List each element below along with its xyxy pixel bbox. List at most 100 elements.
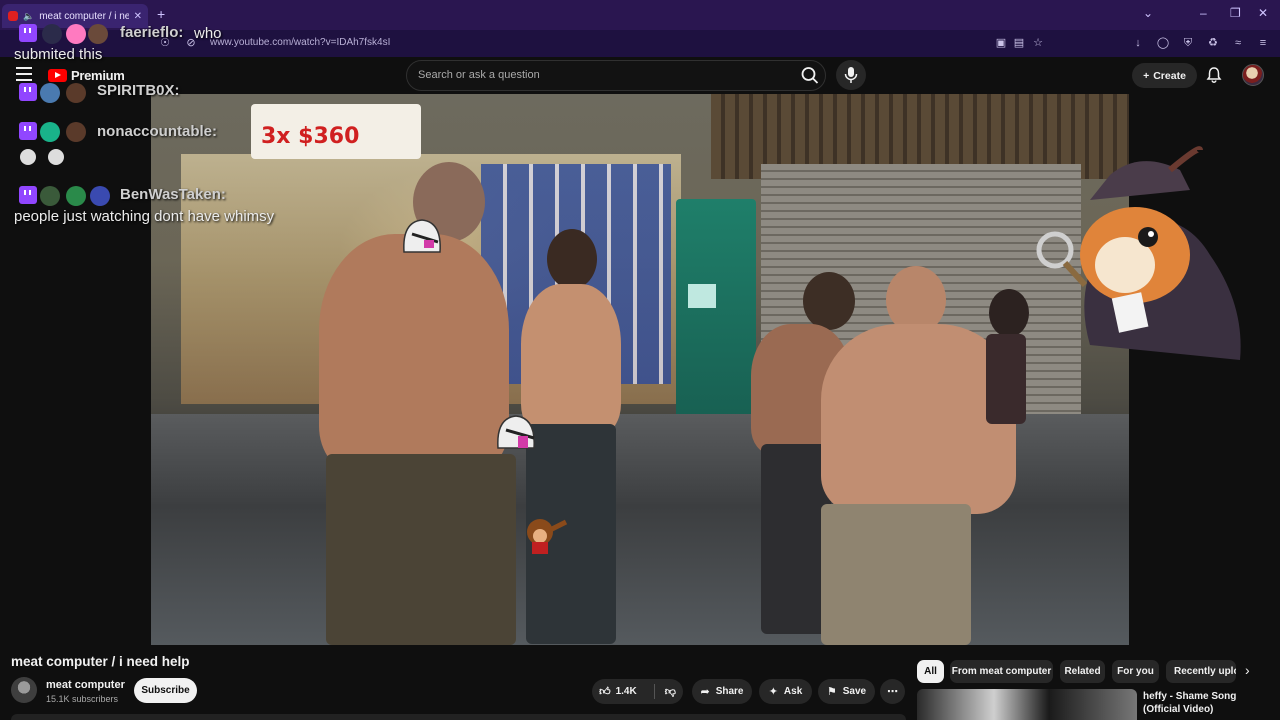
ask-button[interactable]: ✦ Ask	[759, 679, 812, 704]
share-button[interactable]: ➦ Share	[692, 679, 752, 704]
dislike-button[interactable]: 👎︎	[665, 685, 676, 698]
bookmark-star-icon[interactable]: ☆	[1031, 36, 1045, 50]
ask-label: Ask	[783, 686, 803, 697]
extension-shield-icon[interactable]: ⛨	[1181, 36, 1195, 50]
share-arrow-icon: ➦	[700, 686, 710, 698]
like-button[interactable]: 👍︎ 1.4K	[599, 685, 637, 698]
chat-badge-icon	[66, 186, 86, 206]
subscriber-count: 15.1K subscribers	[46, 694, 119, 704]
recommendation-thumbnail[interactable]	[917, 689, 1137, 720]
chip-all[interactable]: All	[917, 660, 944, 683]
chat-text: people just watching dont have whimsy	[14, 208, 275, 225]
extensions-puzzle-icon[interactable]: ♻	[1206, 36, 1220, 50]
heart-badge-icon	[66, 24, 86, 44]
close-window-icon[interactable]: ✕	[1258, 6, 1268, 20]
chevron-right-icon[interactable]: ›	[1245, 662, 1250, 678]
video-person-head	[803, 272, 855, 330]
thumbs-up-icon: 👍︎	[599, 686, 611, 698]
ghost-emote-small-icon	[20, 149, 36, 165]
save-label: Save	[842, 686, 867, 697]
download-icon[interactable]: ↓	[1131, 36, 1145, 50]
tab-list-chevron-icon[interactable]: ⌄	[1143, 6, 1153, 20]
chat-text: who	[194, 25, 222, 42]
description-box[interactable]	[11, 714, 906, 720]
video-person-head	[547, 229, 597, 289]
more-actions-button[interactable]: ⋯	[880, 679, 905, 704]
voice-search-button[interactable]	[836, 60, 866, 90]
ghost-emote-small-icon	[48, 149, 64, 165]
extension-icon[interactable]: ≈	[1231, 36, 1245, 50]
video-person-dress	[986, 334, 1026, 424]
youtube-premium-logo[interactable]: Premium	[48, 68, 125, 83]
twitch-icon	[19, 24, 37, 42]
url-field[interactable]: www.youtube.com/watch?v=IDAh7fsk4sI	[210, 37, 390, 48]
plus-icon: +	[1143, 69, 1150, 82]
browser-menu-icon[interactable]: ≡	[1256, 36, 1270, 50]
twitch-icon	[19, 83, 37, 101]
share-label: Share	[715, 686, 744, 697]
channel-name[interactable]: meat computer	[46, 679, 125, 691]
menu-icon[interactable]	[16, 67, 32, 81]
flower-badge-icon	[90, 186, 110, 206]
chat-badge-icon	[88, 24, 108, 44]
user-badge-icon	[40, 122, 60, 142]
twitch-icon	[19, 186, 37, 204]
screenshot-icon[interactable]: ▣	[994, 36, 1008, 50]
chat-username: BenWasTaken:	[120, 186, 226, 203]
channel-avatar[interactable]	[11, 677, 37, 703]
video-scene-atm-screen	[688, 284, 716, 308]
search-button[interactable]	[796, 62, 824, 89]
more-horizontal-icon: ⋯	[887, 686, 898, 698]
video-person-pants	[821, 504, 971, 645]
logo-text: Premium	[71, 68, 125, 83]
reader-view-icon[interactable]: ▤	[1012, 36, 1026, 50]
video-title: meat computer / i need help	[11, 654, 190, 669]
tab-title: meat computer / i need help	[39, 10, 129, 22]
ghost-emote-icon	[497, 415, 535, 449]
recommendation-title[interactable]: heffy - Shame Song (Official Video)	[1143, 690, 1273, 716]
create-label: Create	[1153, 69, 1186, 82]
maximize-icon[interactable]: ❐	[1230, 6, 1241, 20]
chip-for-you[interactable]: For you	[1112, 660, 1159, 683]
video-person-pants	[326, 454, 516, 645]
account-icon[interactable]: ◯	[1156, 36, 1170, 50]
search-icon	[801, 67, 819, 84]
youtube-favicon-icon	[8, 11, 18, 21]
video-sign-price: 3x $360	[261, 124, 360, 149]
notifications-bell-icon[interactable]	[1205, 66, 1223, 84]
video-player[interactable]: 3x $360	[151, 94, 1129, 645]
save-playlist-icon: ⚑	[826, 686, 837, 698]
create-button[interactable]: + Create	[1132, 63, 1197, 88]
chat-badge-icon	[66, 83, 86, 103]
browser-tabbar	[0, 0, 1280, 30]
account-avatar[interactable]	[1242, 64, 1264, 86]
globe-badge-icon	[40, 83, 60, 103]
owl-detective-mascot-icon	[1036, 146, 1241, 360]
save-button[interactable]: ⚑ Save	[818, 679, 875, 704]
like-count: 1.4K	[615, 686, 637, 697]
chat-username: nonaccountable:	[97, 123, 218, 140]
chip-recently-uploaded[interactable]: Recently uploaded	[1166, 660, 1236, 683]
speaker-icon[interactable]: 🔈	[23, 11, 34, 22]
video-scene-atm	[676, 199, 756, 419]
youtube-play-icon	[48, 69, 67, 82]
video-person-head	[989, 289, 1029, 337]
chat-badge-icon	[40, 186, 60, 206]
microphone-icon	[844, 67, 858, 83]
close-tab-icon[interactable]: ✕	[134, 11, 142, 22]
ghost-emote-icon	[403, 219, 441, 253]
chat-username: faerieflo:	[120, 24, 184, 41]
like-divider	[654, 684, 655, 699]
chat-text: submited this	[14, 46, 103, 63]
monkey-emote-icon	[527, 519, 568, 554]
new-tab-button[interactable]: +	[157, 6, 165, 22]
search-placeholder: Search or ask a question	[418, 69, 540, 81]
like-dislike-group: 👍︎ 1.4K 👎︎	[592, 679, 683, 704]
twitch-icon	[19, 122, 37, 140]
thumbs-down-icon: 👎︎	[664, 686, 676, 698]
chip-related[interactable]: Related	[1060, 660, 1105, 683]
video-person-torso	[319, 234, 509, 474]
subscribe-button[interactable]: Subscribe	[134, 678, 197, 703]
chip-from-channel[interactable]: From meat computer	[950, 660, 1053, 683]
minimize-icon[interactable]: –	[1200, 6, 1207, 20]
